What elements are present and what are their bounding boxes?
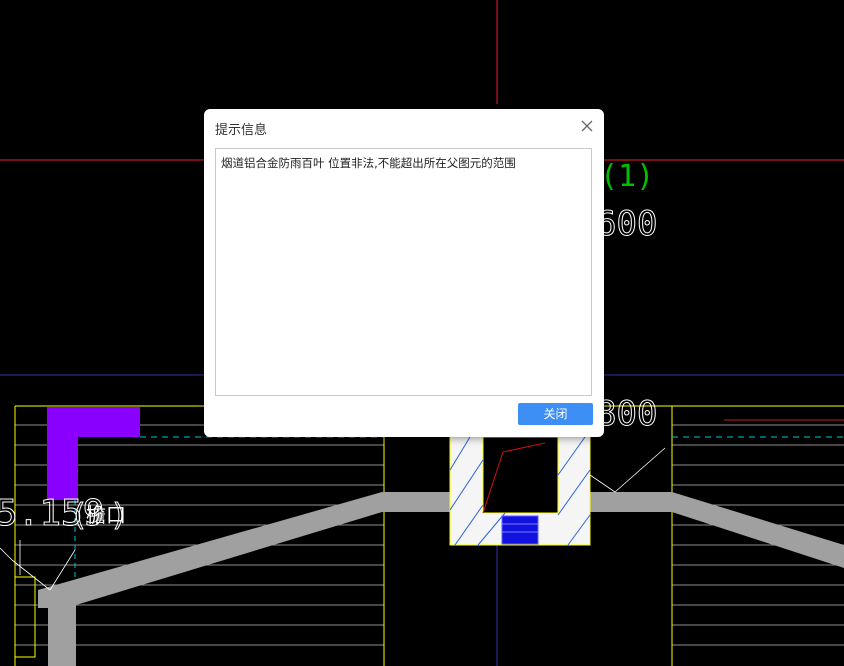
message-dialog: 提示信息 烟道铝合金防雨百叶 位置非法,不能超出所在父图元的范围 关闭 <box>204 109 604 437</box>
label-dimension-800: 800 <box>596 394 657 434</box>
dialog-message: 烟道铝合金防雨百叶 位置非法,不能超出所在父图元的范围 <box>215 148 592 396</box>
louver-blue-block[interactable] <box>501 515 539 545</box>
roof-slab-gray[interactable] <box>38 492 844 666</box>
dialog-title: 提示信息 <box>215 123 268 138</box>
label-dimension-600: 600 <box>596 204 657 244</box>
chimney-section[interactable] <box>449 436 591 546</box>
close-button[interactable]: 关闭 <box>518 403 593 425</box>
roof-lines-right <box>589 447 666 493</box>
purple-column-element[interactable] <box>47 407 140 500</box>
label-elevation-paren-close: ) <box>110 498 128 533</box>
close-icon-glyph <box>581 120 593 132</box>
close-icon[interactable] <box>580 119 594 133</box>
label-axis-number-green: (1) <box>600 159 654 194</box>
